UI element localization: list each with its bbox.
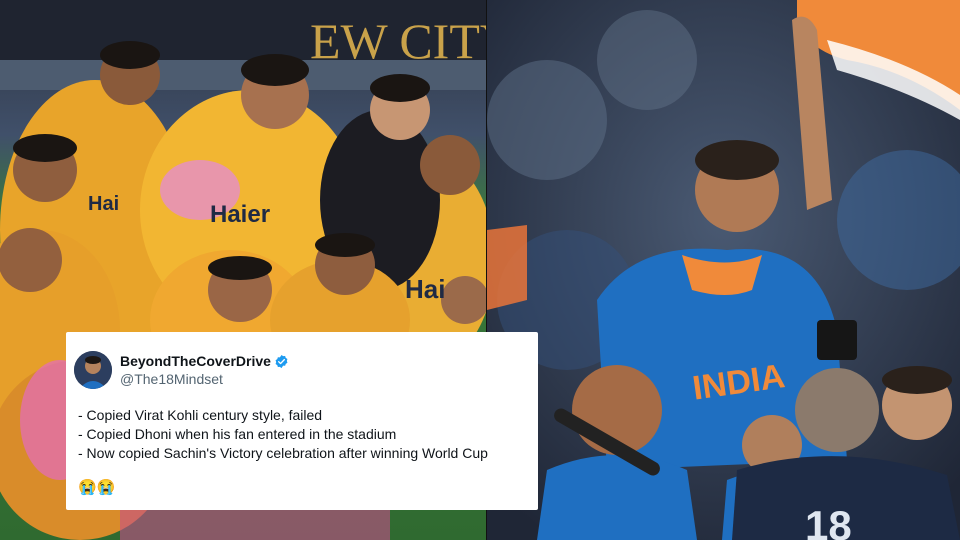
jersey-text-2: Hai <box>405 274 445 304</box>
verified-badge-icon <box>275 354 288 368</box>
crying-emoji-icons: 😭😭 <box>78 479 116 496</box>
tweet-card: BeyondTheCoverDrive @The18Mindset - Copi… <box>66 332 538 510</box>
back-number-text: 18 <box>805 502 852 540</box>
tweet-header: BeyondTheCoverDrive @The18Mindset <box>74 348 526 392</box>
tweet-line: - Copied Dhoni when his fan entered in t… <box>78 426 397 442</box>
tweet-line: - Copied Virat Kohli century style, fail… <box>78 407 323 423</box>
avatar[interactable] <box>74 351 112 389</box>
author-info: BeyondTheCoverDrive @The18Mindset <box>120 352 289 388</box>
jersey-text-1: Haier <box>210 201 270 228</box>
right-photo-illustration: INDIA 18 <box>487 0 960 540</box>
jersey-text-3: Hai <box>88 193 119 215</box>
tweet-body: - Copied Virat Kohli century style, fail… <box>78 406 526 497</box>
handle[interactable]: @The18Mindset <box>120 370 289 388</box>
display-name-row: BeyondTheCoverDrive <box>120 352 289 370</box>
display-name[interactable]: BeyondTheCoverDrive <box>120 352 271 370</box>
avatar-image <box>74 351 112 389</box>
right-photo-victory-celebration: INDIA 18 <box>487 0 960 540</box>
tweet-line: - Now copied Sachin's Victory celebratio… <box>78 445 488 461</box>
